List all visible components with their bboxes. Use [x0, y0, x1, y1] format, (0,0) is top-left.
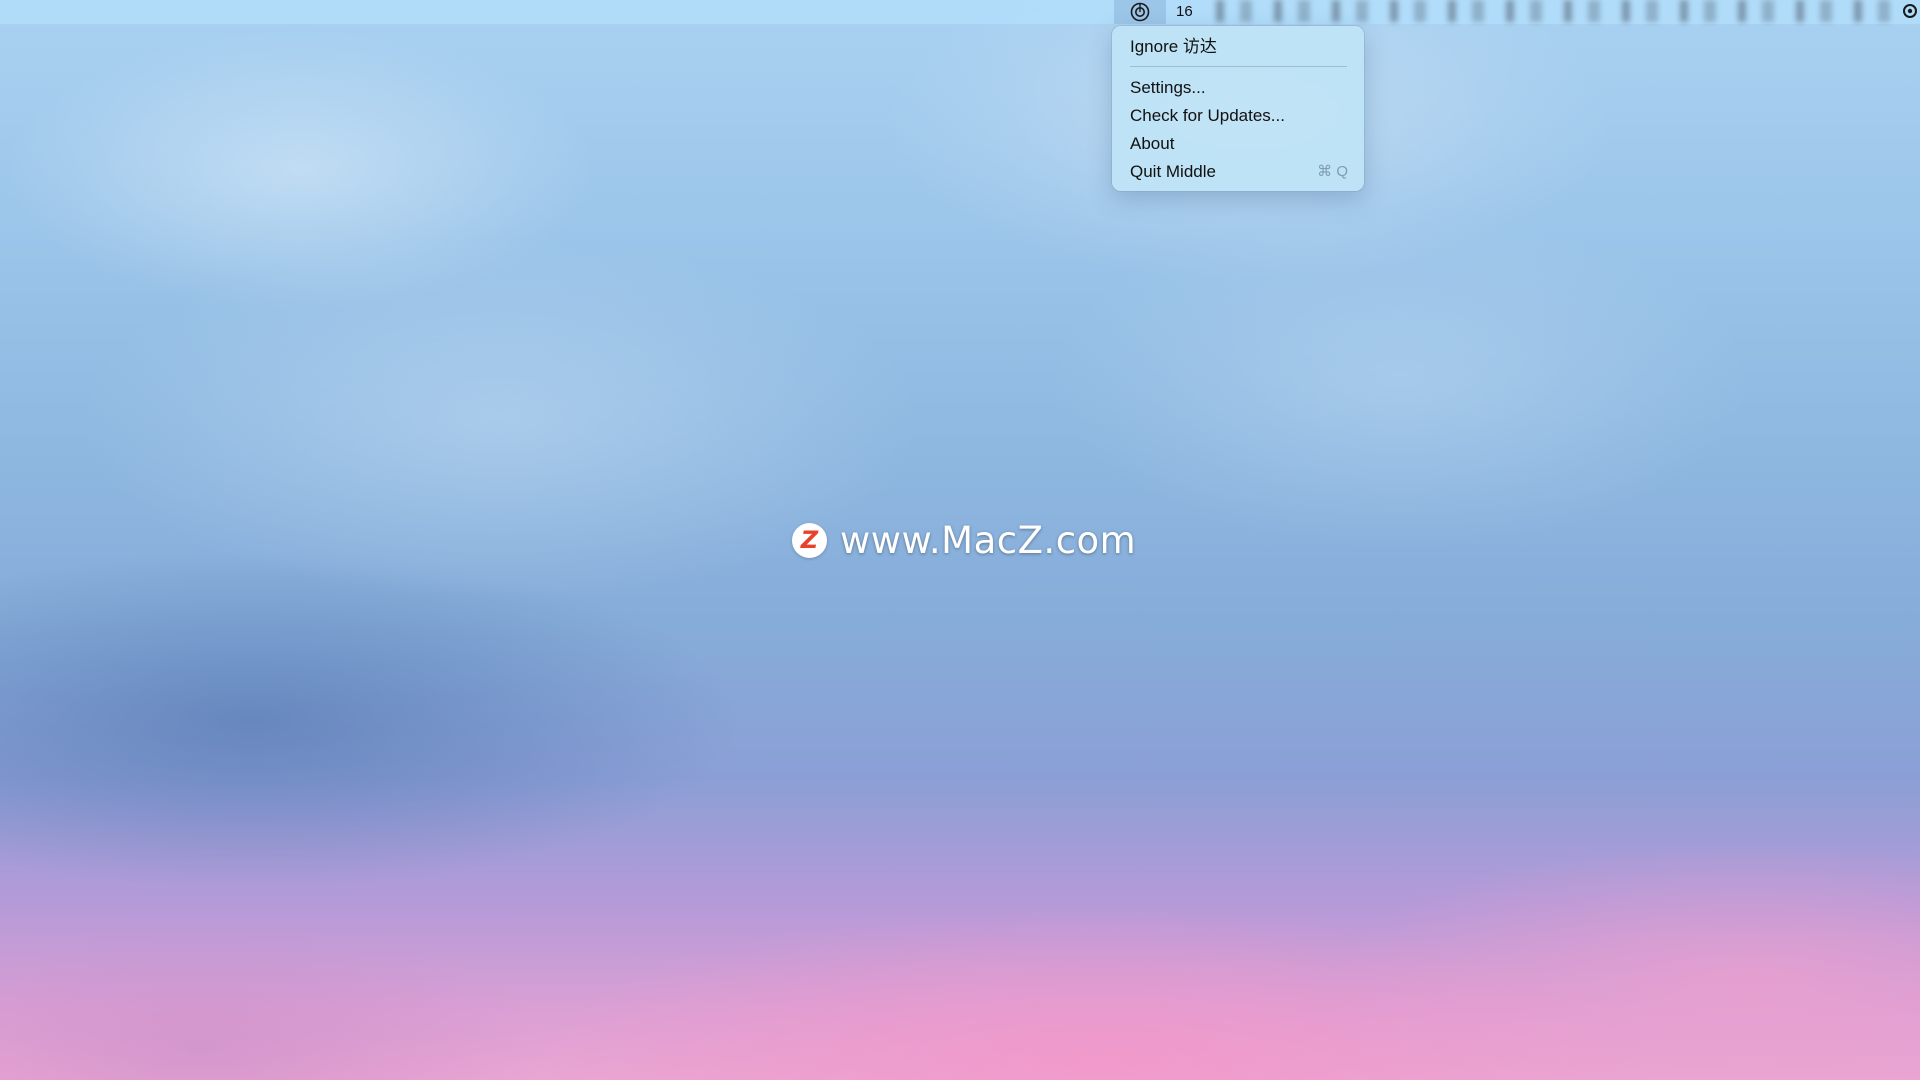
watermark-logo-letter: Z [800, 525, 819, 554]
watermark-text: www.MacZ.com [840, 518, 1137, 562]
menubar-count: 16 [1176, 3, 1193, 20]
blurred-menubar-items [1194, 0, 1900, 22]
menu-item-label: Quit Middle [1130, 162, 1216, 181]
watermark-logo-icon: Z [792, 522, 827, 558]
middle-status-item[interactable] [1114, 0, 1166, 24]
menu-bar: 16 [0, 0, 1920, 24]
menu-item-settings[interactable]: Settings... [1112, 74, 1364, 102]
middle-dropdown-menu: Ignore 访达 Settings... Check for Updates.… [1112, 26, 1364, 191]
menu-item-check-for-updates[interactable]: Check for Updates... [1112, 102, 1364, 130]
watermark: Z www.MacZ.com [792, 518, 1137, 562]
menu-item-label: About [1130, 134, 1175, 153]
menu-item-ignore-finder[interactable]: Ignore 访达 [1112, 33, 1364, 61]
menu-separator [1130, 66, 1347, 67]
gear-icon[interactable] [1900, 1, 1920, 21]
menu-item-label: Ignore 访达 [1130, 37, 1217, 56]
menu-item-about[interactable]: About [1112, 130, 1364, 158]
menu-item-label: Check for Updates... [1130, 106, 1285, 125]
desktop: 16 Ignore 访达 Settings... Check for Updat… [0, 0, 1920, 1080]
keyboard-shortcut: ⌘ Q [1317, 163, 1348, 180]
menu-item-label: Settings... [1130, 78, 1206, 97]
middle-app-icon [1130, 2, 1150, 22]
menu-item-quit[interactable]: Quit Middle ⌘ Q [1112, 158, 1364, 186]
